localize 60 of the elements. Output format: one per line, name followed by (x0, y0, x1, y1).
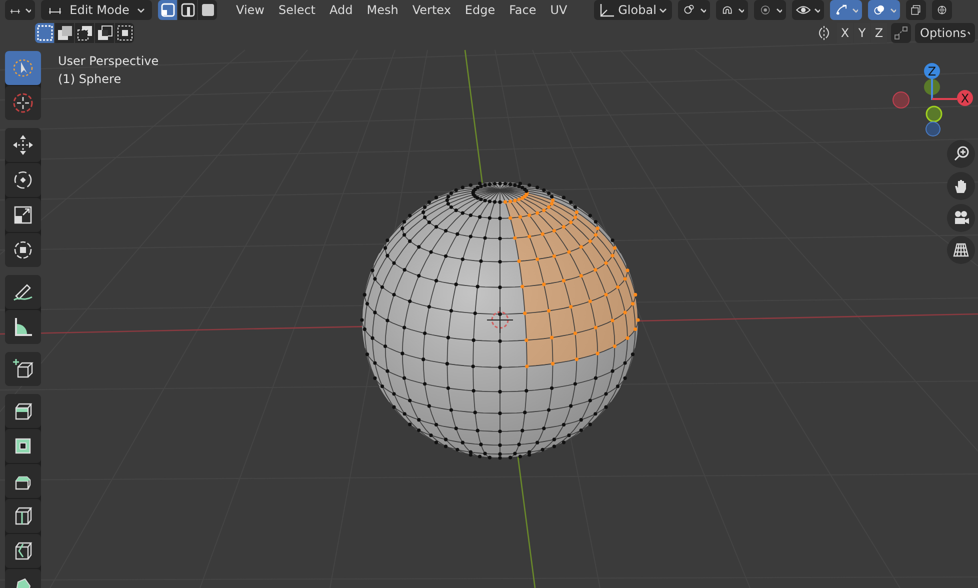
cursor-tool-button[interactable] (5, 86, 41, 120)
xray-toggle[interactable] (906, 0, 926, 20)
face-select-mode-button[interactable] (198, 0, 217, 20)
menu-item[interactable]: Mesh (360, 3, 406, 17)
navigation-gizmo[interactable]: Z X (888, 60, 978, 140)
merge-icon (893, 25, 909, 41)
visibility-toggle[interactable] (792, 0, 824, 20)
bevel-tool-button[interactable] (5, 464, 41, 498)
scale-tool-button[interactable] (5, 198, 41, 232)
extend-squares-icon (56, 24, 74, 42)
subtract-selection-mode-button[interactable] (75, 23, 94, 43)
move-tool-button[interactable] (5, 128, 41, 162)
menu-item[interactable]: Add (322, 3, 360, 17)
move-arrows-icon (11, 133, 35, 157)
options-dropdown[interactable]: Options (915, 23, 975, 43)
mode-dropdown[interactable]: Edit Mode (41, 0, 152, 20)
intersect-squares-icon (116, 24, 134, 42)
dashed-square-icon (36, 24, 54, 42)
grid-icon (952, 241, 970, 259)
snap-toggle[interactable] (716, 0, 748, 20)
inset-tool-button[interactable] (5, 429, 41, 463)
annotate-tool-button[interactable] (5, 275, 41, 309)
edge-select-mode-button[interactable] (178, 0, 197, 20)
object-name-label: (1) Sphere (58, 72, 122, 86)
subtract-squares-icon (76, 24, 94, 42)
measure-tool-button[interactable] (5, 310, 41, 344)
rotate-tool-button[interactable] (5, 163, 41, 197)
invert-squares-icon (96, 24, 114, 42)
pivot-toggle[interactable] (678, 0, 710, 20)
view-name-label: User Perspective (58, 54, 159, 68)
menu-item[interactable]: Face (502, 3, 544, 17)
shading-toggle[interactable] (932, 0, 952, 20)
extrude-tool-button[interactable] (5, 394, 41, 428)
menu-item[interactable]: Select (271, 3, 323, 17)
menu-item[interactable]: Edge (458, 3, 502, 17)
new-selection-mode-button[interactable] (35, 23, 54, 43)
orientation-dropdown[interactable]: Global (594, 0, 672, 20)
extend-selection-mode-button[interactable] (55, 23, 74, 43)
zoom-icon (952, 145, 970, 163)
menu-item[interactable]: View (229, 3, 272, 17)
vertex-mode-icon (158, 1, 176, 19)
auto-merge-toggle[interactable] (891, 23, 911, 43)
vertex-select-mode-button[interactable] (158, 0, 177, 20)
editor-type-button[interactable] (5, 0, 35, 20)
invert-selection-mode-button[interactable] (95, 23, 114, 43)
intersect-selection-mode-button[interactable] (115, 23, 134, 43)
camera-icon (952, 209, 970, 227)
menu-item[interactable]: UV (543, 3, 574, 17)
add-cube-tool-button[interactable] (5, 352, 41, 386)
3d-cursor-icon (486, 306, 514, 334)
knife-tool-button[interactable] (5, 534, 41, 568)
crosshair-icon (11, 91, 35, 115)
loop-cut-tool-button[interactable] (5, 499, 41, 533)
transform-tool-button[interactable] (5, 233, 41, 267)
overlay-toggle[interactable] (868, 0, 900, 20)
edge-mode-icon (178, 1, 196, 19)
proportional-toggle[interactable] (754, 0, 786, 20)
axes-icon (598, 2, 616, 18)
gizmo-toggle[interactable] (830, 0, 862, 20)
menu-item[interactable]: Vertex (405, 3, 458, 17)
